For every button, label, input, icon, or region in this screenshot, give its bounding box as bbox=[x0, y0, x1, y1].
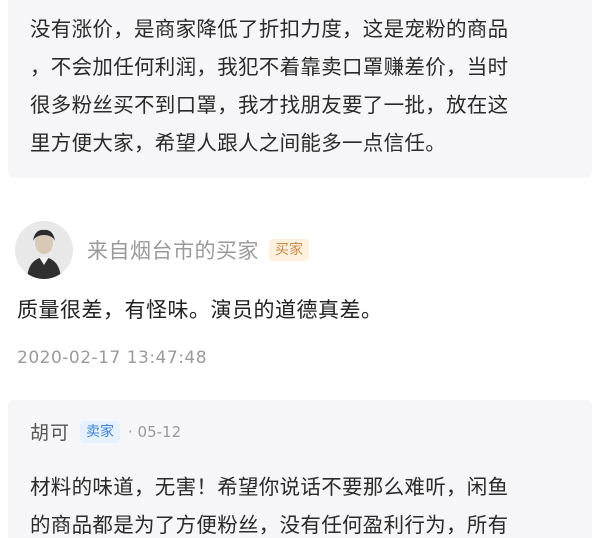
seller-name[interactable]: 胡可 bbox=[30, 418, 70, 445]
buyer-comment-header: 来自烟台市的买家 买家 bbox=[15, 218, 309, 282]
seller-badge: 卖家 bbox=[80, 420, 121, 443]
avatar[interactable] bbox=[15, 221, 73, 279]
avatar-portrait-icon bbox=[15, 221, 73, 279]
comment-timestamp: 2020-02-17 13:47:48 bbox=[17, 348, 208, 368]
seller-reply-card: 没有涨价，是商家降低了折扣力度，这是宠粉的商品 ，不会加任何利润，我犯不着靠卖口… bbox=[8, 0, 592, 178]
comment-text: 质量很差，有怪味。演员的道德真差。 bbox=[17, 298, 383, 322]
comment-thread: 没有涨价，是商家降低了折扣力度，这是宠粉的商品 ，不会加任何利润，我犯不着靠卖口… bbox=[0, 0, 600, 538]
seller-reply-text: 材料的味道，无害！希望你说话不要那么难听，闲鱼 的商品都是为了方便粉丝，没有任何… bbox=[30, 475, 509, 537]
seller-reply-header: 胡可 卖家 · 05-12 bbox=[30, 418, 181, 445]
buyer-name[interactable]: 来自烟台市的买家 bbox=[87, 235, 259, 265]
seller-reply-text: 没有涨价，是商家降低了折扣力度，这是宠粉的商品 ，不会加任何利润，我犯不着靠卖口… bbox=[30, 17, 509, 155]
seller-reply-card: 胡可 卖家 · 05-12 材料的味道，无害！希望你说话不要那么难听，闲鱼 的商… bbox=[8, 400, 592, 538]
reply-date: · 05-12 bbox=[128, 422, 182, 441]
buyer-badge: 买家 bbox=[269, 239, 309, 261]
